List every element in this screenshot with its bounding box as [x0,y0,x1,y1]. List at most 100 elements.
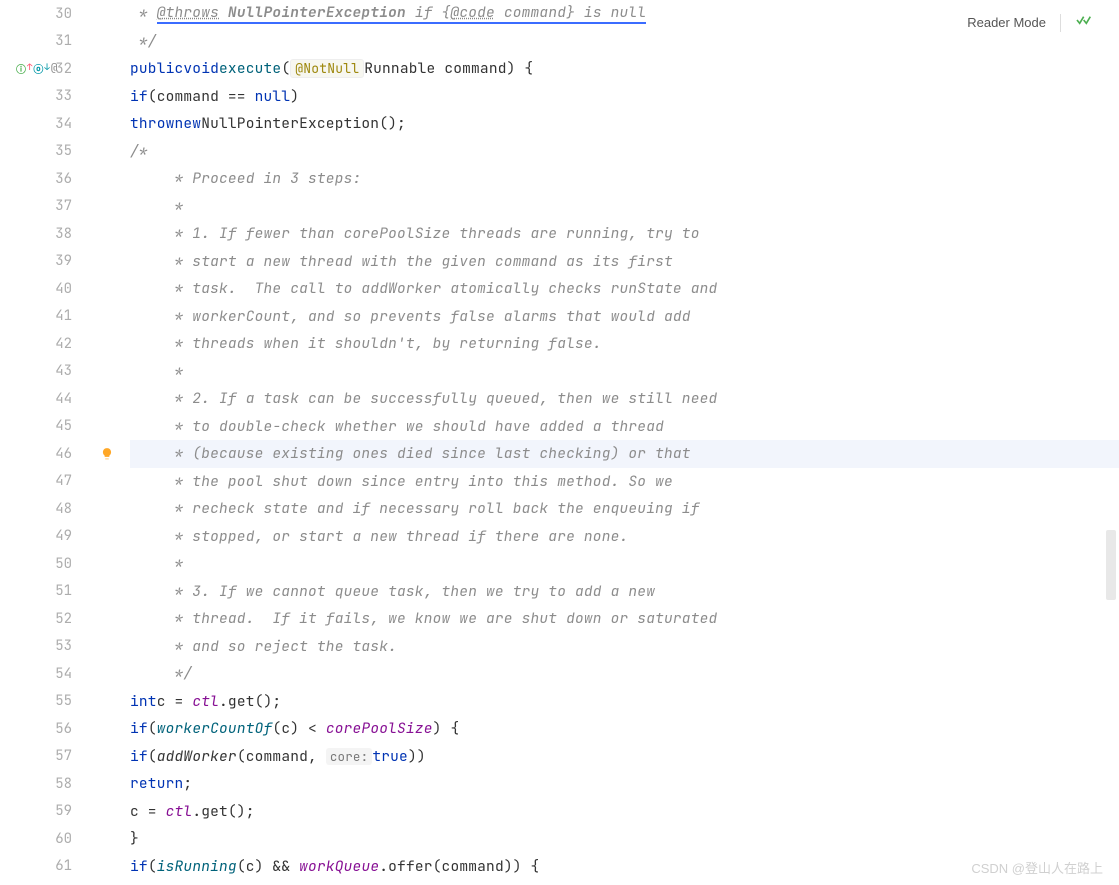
gutter-row[interactable]: 40 [0,275,90,303]
line-number: 39 [55,252,72,270]
line-number: 48 [55,500,72,518]
line-number: 49 [55,527,72,545]
line-number: 34 [55,115,72,133]
line-number: 38 [55,225,72,243]
code-line[interactable]: * [130,550,1119,578]
gutter-row[interactable]: 42 [0,330,90,358]
line-number: 43 [55,362,72,380]
code-line[interactable]: * Proceed in 3 steps: [130,165,1119,193]
code-editor[interactable]: 30 31 32ⓘ↑ⓞ↓@ 33 34 35 36 37 38 39 40 41 42 43 44 45 46 4… [0,0,1119,885]
vertical-scrollbar[interactable] [1103,0,1117,885]
reader-mode-button[interactable]: Reader Mode [967,15,1046,30]
code-line[interactable]: * workerCount, and so prevents false ala… [130,303,1119,331]
gutter-row[interactable]: 38 [0,220,90,248]
code-line[interactable]: if (workerCountOf(c) < corePoolSize) { [130,715,1119,743]
code-line[interactable]: * to double-check whether we should have… [130,413,1119,441]
code-line[interactable]: int c = ctl.get(); [130,688,1119,716]
inspection-ok-icon[interactable] [1075,12,1091,33]
gutter-row[interactable]: 45 [0,413,90,441]
code-line[interactable]: if (addWorker(command, core: true)) [130,743,1119,771]
gutter-row[interactable]: 59 [0,798,90,826]
code-line[interactable]: */ [130,660,1119,688]
gutter-row[interactable]: 50 [0,550,90,578]
line-number: 60 [55,830,72,848]
line-number: 37 [55,197,72,215]
gutter-row[interactable]: 61 [0,853,90,881]
code-line[interactable]: * threads when it shouldn't, by returnin… [130,330,1119,358]
divider [1060,14,1061,32]
code-line[interactable]: if (command == null) [130,83,1119,111]
code-line[interactable]: * task. The call to addWorker atomically… [130,275,1119,303]
code-area[interactable]: * @throws NullPointerException if {@code… [90,0,1119,885]
gutter-row[interactable]: 56 [0,715,90,743]
code-line[interactable]: throw new NullPointerException(); [130,110,1119,138]
code-line[interactable]: c = ctl.get(); [130,798,1119,826]
gutter-row[interactable]: 31 [0,28,90,56]
line-number: 51 [55,582,72,600]
gutter-row[interactable]: 55 [0,688,90,716]
code-line[interactable]: * recheck state and if necessary roll ba… [130,495,1119,523]
code-line[interactable]: * [130,358,1119,386]
gutter-row[interactable]: 37 [0,193,90,221]
line-number: 50 [55,555,72,573]
watermark-text: CSDN @登山人在路上 [971,858,1103,877]
gutter-row[interactable]: 39 [0,248,90,276]
gutter-row[interactable]: 60 [0,825,90,853]
gutter-row[interactable]: 49 [0,523,90,551]
code-line[interactable]: * [130,193,1119,221]
gutter-row[interactable]: 46 [0,440,90,468]
line-number: 54 [55,665,72,683]
gutter-row[interactable]: 35 [0,138,90,166]
gutter-row[interactable]: 33 [0,83,90,111]
code-line[interactable]: * 2. If a task can be successfully queue… [130,385,1119,413]
gutter-row[interactable]: 57 [0,743,90,771]
gutter-row[interactable]: 30 [0,0,90,28]
line-number: 61 [55,857,72,875]
code-line[interactable]: * stopped, or start a new thread if ther… [130,523,1119,551]
code-line[interactable]: } [130,825,1119,853]
code-line[interactable]: * 1. If fewer than corePoolSize threads … [130,220,1119,248]
scrollbar-thumb[interactable] [1106,530,1116,600]
override-markers[interactable]: ⓘ↑ⓞ↓@ [16,61,57,76]
gutter-row[interactable]: 43 [0,358,90,386]
gutter[interactable]: 30 31 32ⓘ↑ⓞ↓@ 33 34 35 36 37 38 39 40 41 42 43 44 45 46 4… [0,0,90,885]
line-number: 52 [55,610,72,628]
line-number: 32 [55,60,72,78]
editor-topbar: Reader Mode [959,8,1099,37]
gutter-row[interactable]: 58 [0,770,90,798]
code-line[interactable]: public void execute( @NotNull Runnable c… [130,55,1119,83]
line-number: 33 [55,87,72,105]
line-number: 31 [55,32,72,50]
line-number: 36 [55,170,72,188]
line-number: 47 [55,472,72,490]
code-line[interactable]: * the pool shut down since entry into th… [130,468,1119,496]
code-line[interactable]: * thread. If it fails, we know we are sh… [130,605,1119,633]
gutter-row[interactable]: 47 [0,468,90,496]
line-number: 41 [55,307,72,325]
line-number: 40 [55,280,72,298]
code-line[interactable]: * (because existing ones died since last… [130,440,1119,468]
gutter-row[interactable]: 41 [0,303,90,331]
gutter-row[interactable]: 34 [0,110,90,138]
gutter-row[interactable]: 48 [0,495,90,523]
code-line[interactable]: * 3. If we cannot queue task, then we tr… [130,578,1119,606]
code-line[interactable]: return; [130,770,1119,798]
line-number: 42 [55,335,72,353]
code-line[interactable]: /* [130,138,1119,166]
line-number: 45 [55,417,72,435]
line-number: 53 [55,637,72,655]
line-number: 56 [55,720,72,738]
line-number: 55 [55,692,72,710]
code-line[interactable]: * and so reject the task. [130,633,1119,661]
gutter-row[interactable]: 53 [0,633,90,661]
gutter-row[interactable]: 44 [0,385,90,413]
gutter-row[interactable]: 52 [0,605,90,633]
line-number: 59 [55,802,72,820]
code-line[interactable]: * start a new thread with the given comm… [130,248,1119,276]
gutter-row[interactable]: 32ⓘ↑ⓞ↓@ [0,55,90,83]
gutter-row[interactable]: 51 [0,578,90,606]
line-number: 46 [55,445,72,463]
gutter-row[interactable]: 36 [0,165,90,193]
line-number: 44 [55,390,72,408]
gutter-row[interactable]: 54 [0,660,90,688]
